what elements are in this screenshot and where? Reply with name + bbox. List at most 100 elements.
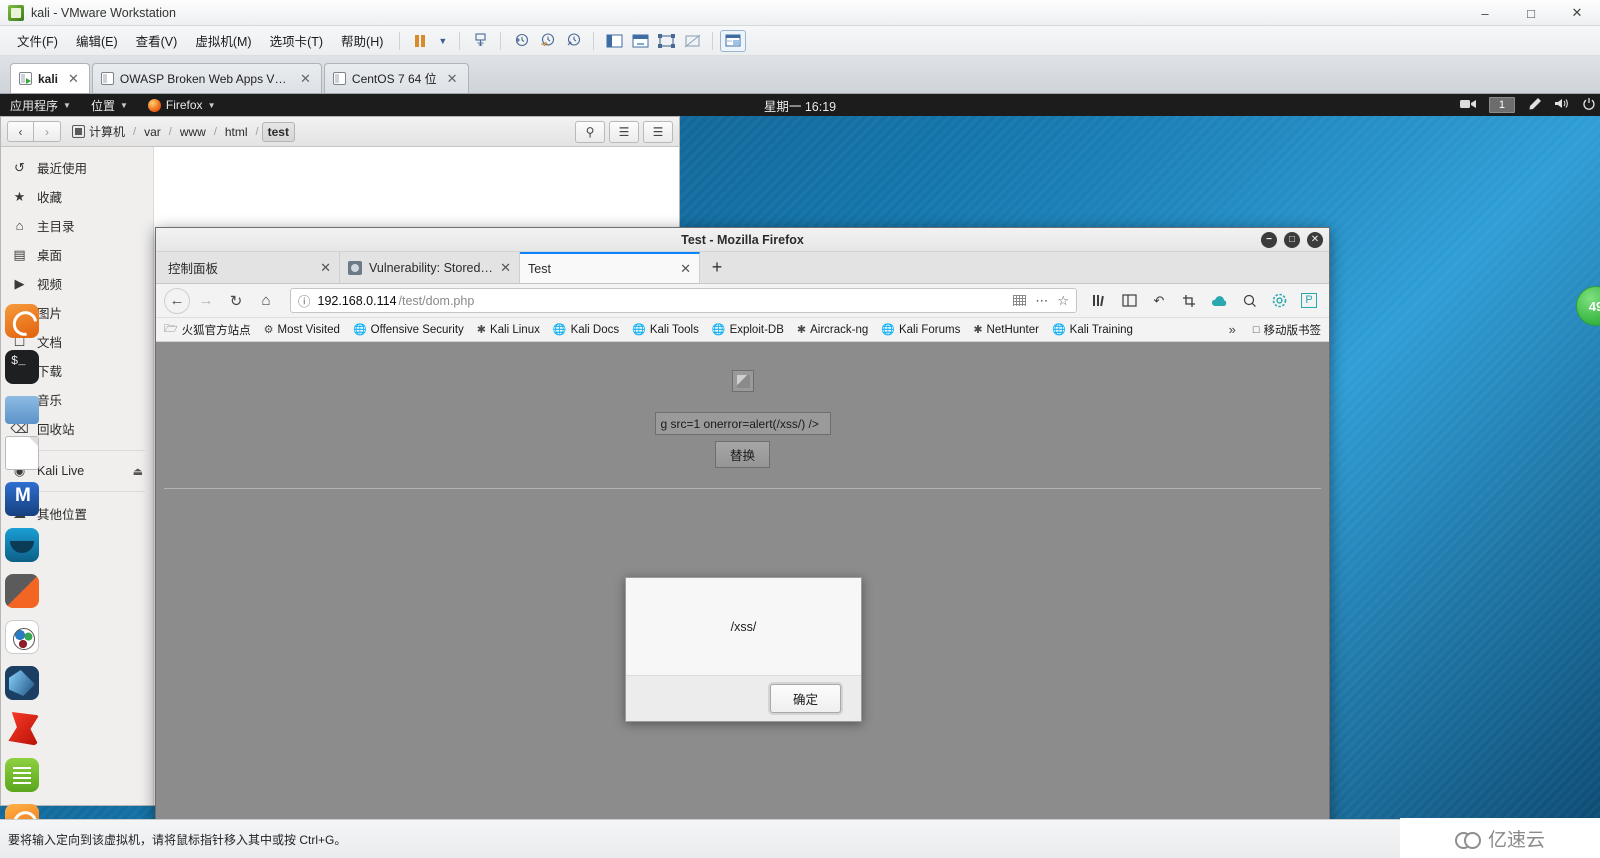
fm-back-button[interactable]: ‹ (7, 121, 34, 142)
bookmark-mobile[interactable]: □ 移动版书签 (1253, 322, 1321, 338)
bookmark-kali-linux[interactable]: ✱ Kali Linux (477, 323, 540, 336)
workspace-indicator[interactable]: 1 (1489, 97, 1515, 113)
snapshot-manager-icon[interactable] (560, 30, 586, 52)
sidebar-item-home[interactable]: ⌂ 主目录 (1, 211, 153, 240)
folder-icon[interactable] (5, 396, 39, 424)
bookmark-nethunter[interactable]: ✱ NetHunter (973, 323, 1039, 336)
kali-tools-icon[interactable] (5, 620, 39, 654)
bookmark-aircrack-ng[interactable]: ✱ Aircrack-ng (797, 323, 868, 336)
vm-tab-close-button[interactable]: ✕ (447, 71, 458, 87)
menu-icon[interactable]: ☰ (643, 121, 673, 143)
sidebar-icon[interactable] (1117, 289, 1141, 313)
bookmark-firefox-official[interactable]: 🗁 火狐官方站点 (164, 320, 251, 339)
menu-view[interactable]: 查看(V) (127, 27, 187, 54)
bookmark-kali-docs[interactable]: 🌐 Kali Docs (553, 323, 619, 336)
url-bar[interactable]: ⓘ 192.168.0.114 /test/dom.php ⋯ ☆ (290, 288, 1077, 313)
fm-forward-button[interactable]: › (34, 121, 61, 142)
show-console-icon[interactable] (627, 30, 653, 52)
power-icon[interactable] (1582, 97, 1596, 114)
view-list-icon[interactable]: ☰ (609, 121, 639, 143)
show-sidebar-icon[interactable] (601, 30, 627, 52)
vmware-maximize-button[interactable]: □ (1508, 0, 1554, 26)
burp-icon[interactable] (5, 482, 39, 516)
tab-close-button[interactable]: ✕ (320, 260, 331, 276)
menu-help[interactable]: 帮助(H) (332, 27, 392, 54)
back-icon[interactable]: ← (164, 288, 190, 314)
reader-grid-icon[interactable] (1013, 295, 1026, 306)
library-icon[interactable] (1087, 289, 1111, 313)
firefox-maximize-button[interactable]: □ (1284, 232, 1300, 248)
bookmark-star-icon[interactable]: ☆ (1057, 293, 1069, 309)
applications-menu[interactable]: 应用程序 ▼ (0, 94, 81, 116)
gear-icon[interactable] (1267, 289, 1291, 313)
volume-icon[interactable] (1554, 97, 1570, 113)
sidebar-item-recent[interactable]: ↺ 最近使用 (1, 153, 153, 182)
terminal-icon[interactable] (5, 350, 39, 384)
breadcrumb-var[interactable]: var (139, 123, 166, 141)
preferences-icon[interactable] (720, 30, 746, 52)
pause-icon[interactable] (407, 30, 433, 52)
breadcrumb-html[interactable]: html (220, 123, 253, 141)
vm-tab-close-button[interactable]: ✕ (300, 71, 311, 87)
bookmarks-overflow-button[interactable]: » (1229, 322, 1244, 337)
wireshark-icon[interactable] (5, 528, 39, 562)
bookmark-exploit-db[interactable]: 🌐 Exploit-DB (712, 323, 784, 336)
screenshot-icon[interactable] (1177, 289, 1201, 313)
fullscreen-icon[interactable] (653, 30, 679, 52)
menu-edit[interactable]: 编辑(E) (67, 27, 127, 54)
alert-ok-button[interactable]: 确定 (770, 684, 841, 713)
firefox-window-menu[interactable]: Firefox ▼ (138, 94, 226, 116)
vm-tab-centos[interactable]: CentOS 7 64 位 ✕ (324, 63, 469, 93)
breadcrumb-www[interactable]: www (175, 123, 211, 141)
forward-icon[interactable]: → (192, 288, 220, 314)
menu-vm[interactable]: 虚拟机(M) (186, 27, 260, 54)
menu-file[interactable]: 文件(F) (8, 27, 67, 54)
firefox-minimize-button[interactable]: − (1261, 232, 1277, 248)
vmware-window-controls[interactable]: – □ ✕ (1462, 0, 1600, 26)
vm-tab-kali[interactable]: kali ✕ (10, 63, 90, 93)
sidebar-item-starred[interactable]: ★ 收藏 (1, 182, 153, 211)
bookmark-most-visited[interactable]: ⚙ Most Visited (264, 323, 340, 336)
snapshot-revert-icon[interactable] (534, 30, 560, 52)
home-icon[interactable]: ⌂ (252, 288, 280, 314)
new-tab-button[interactable]: + (700, 252, 734, 283)
text-editor-icon[interactable] (5, 758, 39, 792)
reload-icon[interactable]: ↻ (222, 288, 250, 314)
armitage-icon[interactable] (5, 712, 39, 746)
trash-icon[interactable] (5, 574, 39, 608)
places-menu[interactable]: 位置 ▼ (81, 94, 138, 116)
tab-close-button[interactable]: ✕ (680, 261, 691, 277)
info-icon[interactable]: ⓘ (298, 291, 311, 310)
breadcrumb-computer[interactable]: 计算机 (67, 121, 130, 142)
snapshot-add-icon[interactable] (467, 30, 493, 52)
files-icon[interactable] (5, 304, 39, 338)
firefox-icon[interactable] (5, 804, 39, 819)
caret-down-icon[interactable]: ▼ (433, 36, 452, 46)
replace-button[interactable]: 替换 (715, 441, 770, 468)
tab-close-button[interactable]: ✕ (500, 260, 511, 276)
eject-icon[interactable]: ⏏ (133, 465, 143, 478)
vmware-close-button[interactable]: ✕ (1554, 0, 1600, 26)
tab-test[interactable]: Test ✕ (520, 252, 700, 283)
undo-icon[interactable]: ↶ (1147, 289, 1171, 313)
bookmark-kali-tools[interactable]: 🌐 Kali Tools (632, 323, 699, 336)
bookmark-kali-training[interactable]: 🌐 Kali Training (1052, 323, 1133, 336)
unity-icon[interactable] (679, 30, 705, 52)
search-zoom-icon[interactable] (1237, 289, 1261, 313)
pocket-p-icon[interactable]: P (1297, 289, 1321, 313)
document-icon[interactable] (5, 436, 39, 470)
bookmark-offensive-security[interactable]: 🌐 Offensive Security (353, 323, 464, 336)
tab-control-panel[interactable]: 控制面板 ✕ (160, 252, 340, 283)
snapshot-take-icon[interactable] (508, 30, 534, 52)
metasploit-icon[interactable] (5, 666, 39, 700)
firefox-close-button[interactable]: ✕ (1307, 232, 1323, 248)
menu-tabs[interactable]: 选项卡(T) (261, 27, 332, 54)
search-icon[interactable]: ⚲ (575, 121, 605, 143)
sidebar-item-desktop[interactable]: ▤ 桌面 (1, 240, 153, 269)
panel-clock[interactable]: 星期一 16:19 (764, 96, 836, 115)
vmware-minimize-button[interactable]: – (1462, 0, 1508, 26)
vm-tab-owasp[interactable]: OWASP Broken Web Apps VM v... ✕ (92, 63, 322, 93)
bookmark-kali-forums[interactable]: 🌐 Kali Forums (881, 323, 960, 336)
breadcrumb-test[interactable]: test (262, 122, 295, 142)
cloud-sync-icon[interactable] (1207, 289, 1231, 313)
